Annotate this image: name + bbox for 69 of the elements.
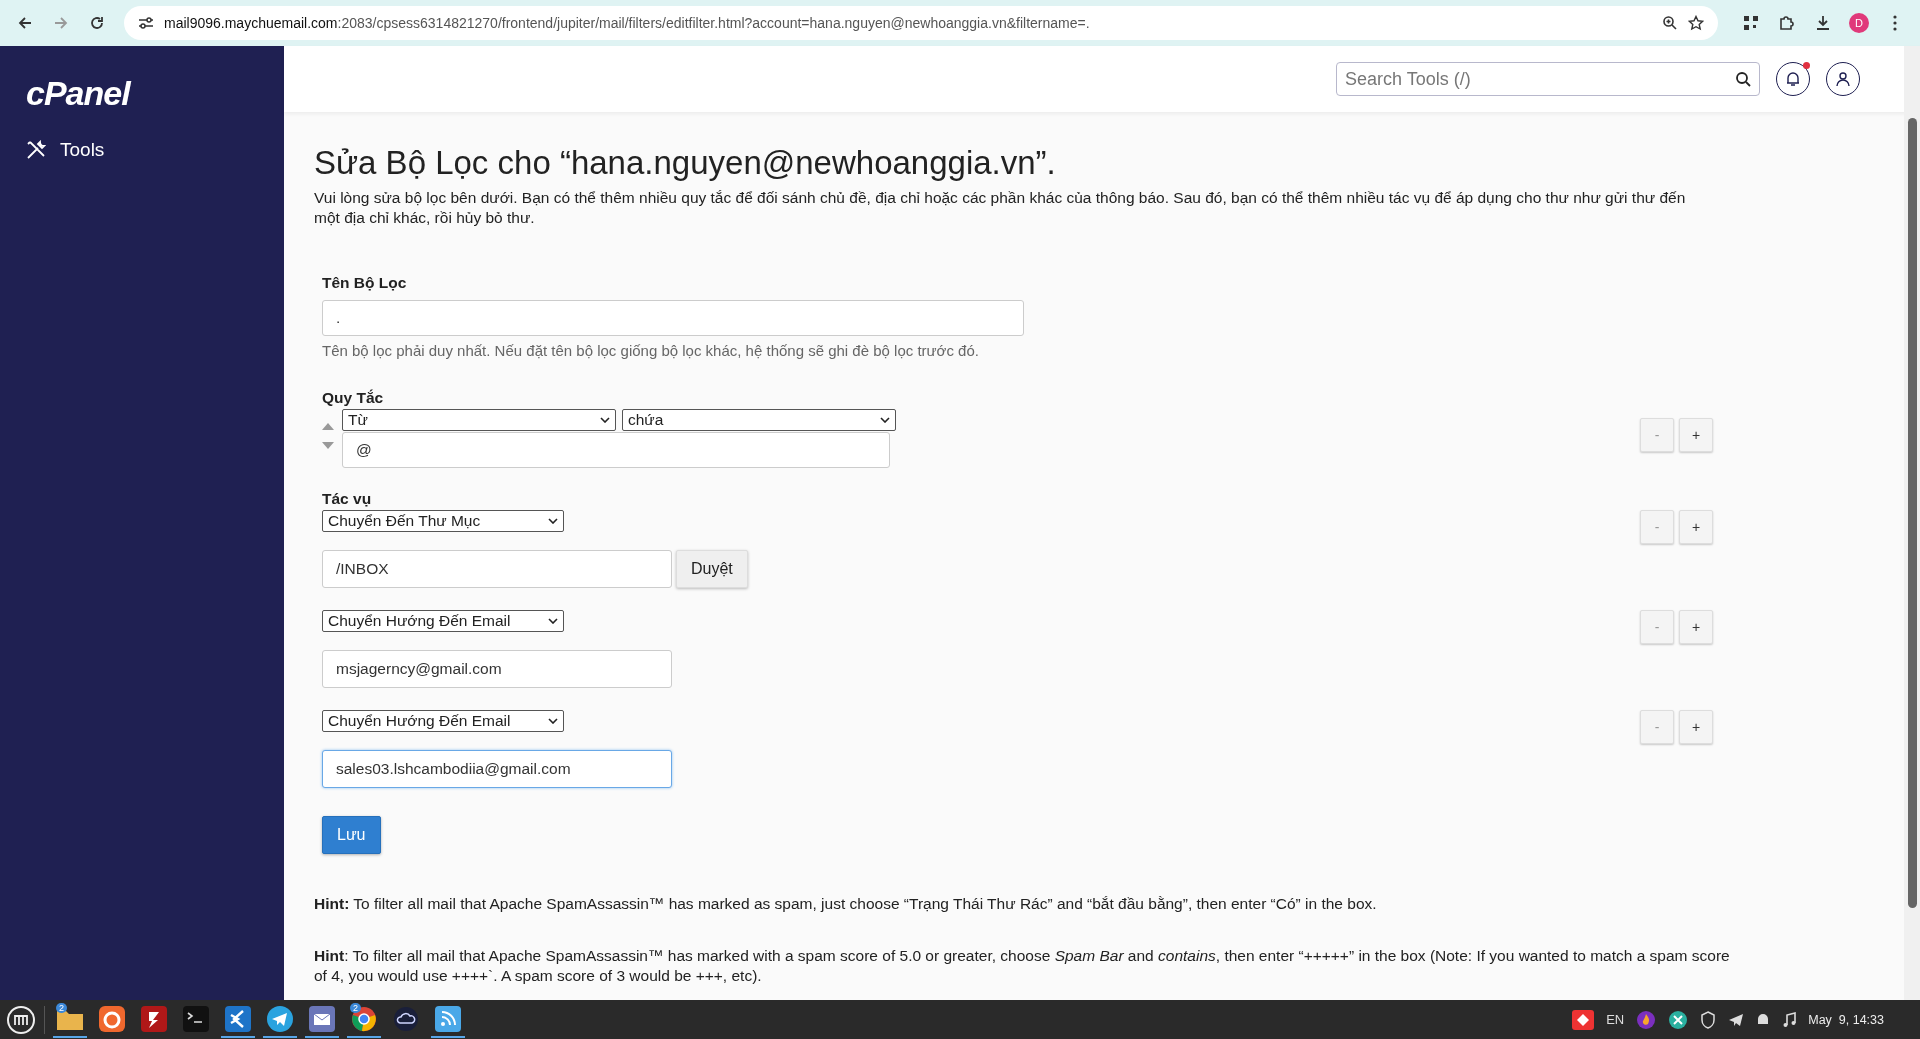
dropdown[interactable]: chứa [622, 409, 896, 431]
section-label: Quy Tắc [322, 389, 385, 407]
zoom-icon[interactable] [1662, 15, 1678, 31]
clock[interactable]: May 9, 14:33 [1808, 1012, 1884, 1027]
move-up-icon[interactable] [322, 423, 334, 430]
folder-field[interactable]: /INBOX [322, 550, 672, 588]
caret-icon [600, 417, 610, 423]
move-down-icon[interactable] [322, 442, 334, 449]
site-settings-icon [138, 16, 154, 30]
user-icon [1836, 71, 1850, 87]
address-bar[interactable]: mail9096.maychuemail.com:2083/cpsess6314821270/frontend/jupiter/mail/filters/editfilter.html?account=hana.nguyen@newhoanggia.vn&filtername=. [124, 6, 1718, 40]
page-description: Vui lòng sửa bộ lọc bên dưới. Bạn có thể thêm nhiều quy tắc để đối sánh chủ đề, địa chỉ hoặc các phần khác của thông báo. Sau đó, bạn có thể thêm nhiều tác vụ để áp dụng cho thư như gửi thư đến một địa chỉ khác, rồi hủy bỏ thư. [314, 188, 1687, 228]
language-indicator[interactable]: EN [1606, 1012, 1625, 1027]
help-text: Tên bộ lọc phải duy nhất. Nếu đặt tên bộ lọc giống bộ lọc khác, hệ thống sẽ ghi đè bộ lọc trước đó. [322, 342, 980, 359]
scrollbar-thumb[interactable] [1908, 118, 1917, 908]
shield-icon[interactable] [1700, 1010, 1717, 1029]
cpanel-logo[interactable]: cPanel [26, 74, 130, 113]
page-title: Sửa Bộ Lọc cho “hana.nguyen@newhoanggia.vn”. [314, 144, 1057, 182]
hint-text: Hint: To filter all mail that Apache SpamAssassin™ has marked as spam, just choose “Trạng Thái Thư Rác” and “bắt đầu bằng”, then enter “Có” in the box. [314, 894, 1378, 914]
profile-avatar[interactable]: D [1849, 13, 1869, 33]
caret-icon [548, 518, 558, 524]
notifications-button[interactable] [1776, 62, 1810, 96]
search-field[interactable]: Search Tools (/) [1336, 62, 1760, 96]
star-icon[interactable] [1688, 15, 1704, 31]
search-icon [1735, 71, 1751, 87]
filter-name-field[interactable]: . [322, 300, 1024, 336]
section-label: Tác vụ [322, 490, 373, 508]
music-note-icon[interactable] [1782, 1011, 1797, 1028]
email-field[interactable]: msjagerncy@gmail.com [322, 650, 672, 688]
caret-icon [548, 618, 558, 624]
mail-icon [309, 1005, 335, 1032]
count-badge: 2 [350, 1002, 361, 1013]
terminal-icon [183, 1005, 209, 1032]
add-button[interactable]: + [1679, 710, 1713, 744]
reload-icon[interactable] [89, 15, 105, 31]
dropdown[interactable]: Từ [342, 409, 616, 431]
caret-icon [548, 718, 558, 724]
tools-icon [26, 140, 46, 160]
sidebar-item[interactable]: Tools [26, 139, 284, 161]
back-icon[interactable] [17, 15, 33, 31]
add-button[interactable]: + [1679, 510, 1713, 544]
paper-plane-icon [267, 1005, 293, 1032]
start-menu-icon[interactable] [6, 1004, 36, 1035]
email-field[interactable]: sales03.lshcambodiia@gmail.com [322, 750, 672, 788]
field-label: Tên Bộ Lọc [322, 274, 408, 292]
dropdown[interactable]: Chuyển Hướng Đến Email [322, 610, 564, 632]
menu-icon[interactable] [1893, 15, 1897, 31]
browser-icon [351, 1005, 377, 1032]
qr-code-icon[interactable] [1743, 15, 1759, 31]
user-button[interactable] [1826, 62, 1860, 96]
bolt-icon [141, 1005, 167, 1032]
download-icon[interactable] [1815, 15, 1831, 31]
dropdown[interactable]: Chuyển Hướng Đến Email [322, 710, 564, 732]
taskbar-app[interactable]: 2 [53, 1001, 87, 1038]
dropdown[interactable]: Chuyển Đến Thư Mục [322, 510, 564, 532]
cloud-icon [393, 1005, 419, 1032]
save-button[interactable]: Lưu [322, 816, 381, 854]
add-button[interactable]: + [1679, 418, 1713, 452]
rule-value-field[interactable]: @ [342, 432, 890, 468]
code-editor-icon [225, 1005, 251, 1032]
browse-button[interactable]: Duyệt [676, 550, 748, 588]
caret-icon [880, 417, 890, 423]
extensions-icon[interactable] [1778, 14, 1796, 32]
hint-text: Hint: To filter all mail that Apache SpamAssassin™ has marked with a spam score of 5.0 or greater, choose Spam Bar and contains, then enter “+++++” in the box (Note: If you wanted to match a spam score of 4, you would use ++++`. A spam score of 3 would be +++, etc). [314, 946, 1731, 986]
count-badge: 2 [56, 1002, 67, 1013]
taskbar-app[interactable]: 2 [347, 1001, 381, 1038]
rss-icon [435, 1005, 461, 1032]
add-button[interactable]: + [1679, 610, 1713, 644]
paper-plane-icon[interactable] [1728, 1012, 1745, 1027]
